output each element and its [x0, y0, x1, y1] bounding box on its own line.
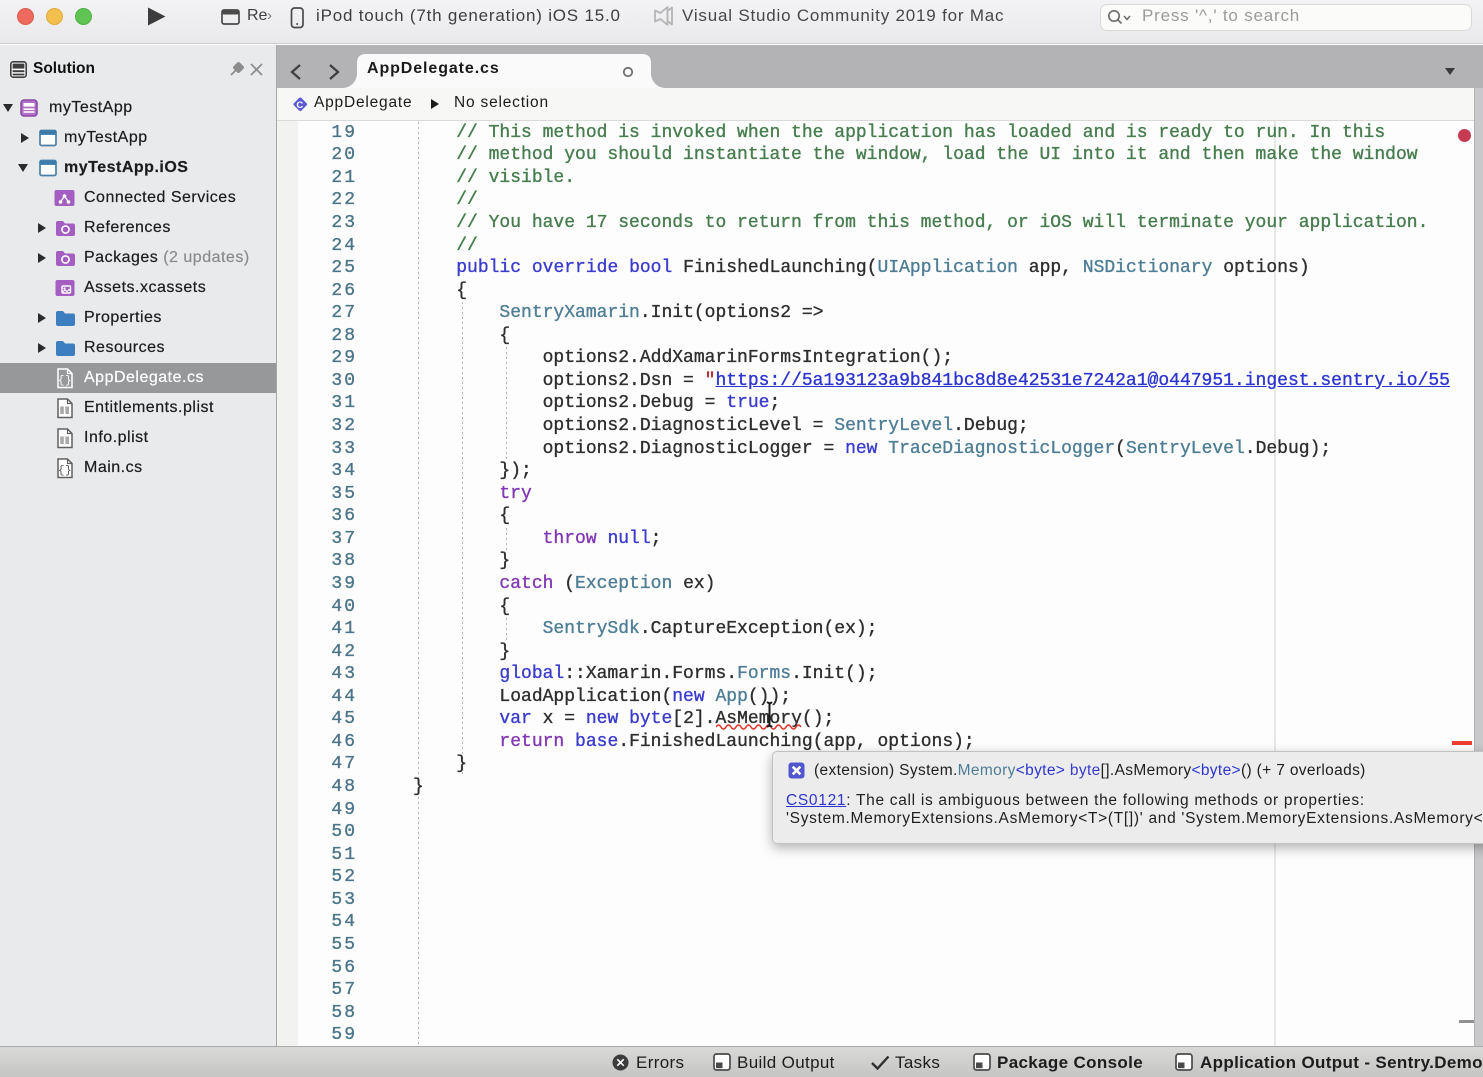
svg-text:{}: {} [58, 465, 72, 477]
svg-text:{}: {} [58, 375, 72, 387]
svg-text:C: C [296, 100, 304, 111]
